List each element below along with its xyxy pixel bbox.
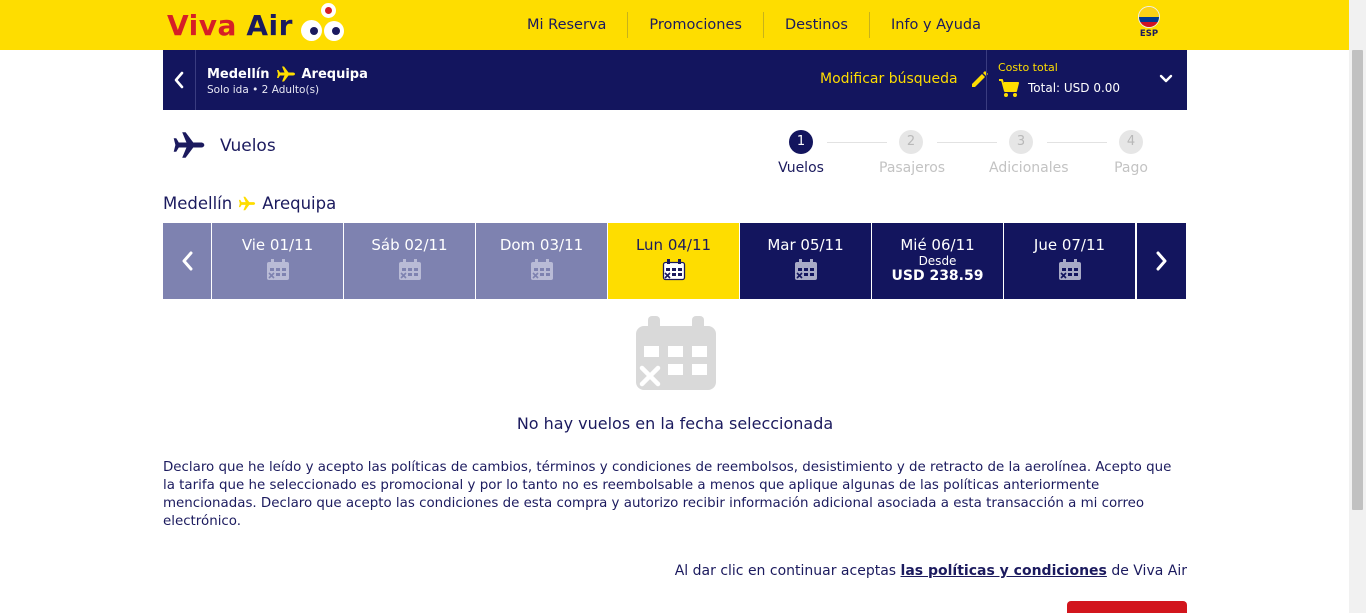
step-pasajeros: 2 Pasajeros [879,130,946,176]
step-label: Pasajeros [879,160,946,176]
nav-promociones[interactable]: Promociones [627,12,763,38]
calendar-unavailable-icon [662,259,685,281]
main-nav: Mi Reserva Promociones Destinos Info y A… [506,0,1002,50]
calendar-no-flights-icon [636,316,716,390]
date-option-selected[interactable]: Lun 04/11 [608,223,740,299]
step-number: 2 [899,130,923,154]
terms-prefix: Al dar clic en continuar aceptas [674,563,901,579]
logo-dots-icon [299,2,359,48]
summary-origin: Medellín [207,66,270,82]
plane-icon [173,132,205,158]
policies-link[interactable]: las políticas y condiciones [901,563,1107,579]
chevron-left-icon [182,251,193,271]
plane-icon [239,196,256,211]
nav-mi-reserva[interactable]: Mi Reserva [506,12,627,38]
calendar-unavailable-icon [530,259,553,280]
date-label: Mié 06/11 [900,236,975,254]
calendar-unavailable-icon [266,259,289,280]
terms-notice: Al dar clic en continuar aceptas las pol… [163,563,1187,579]
back-button[interactable] [163,50,196,110]
date-label: Jue 07/11 [1033,236,1106,254]
total-cost-label: Costo total [998,61,1058,74]
language-label: ESP [1139,29,1159,39]
passenger-count: 2 Adulto(s) [261,84,320,96]
total-amount: Total: USD 0.00 [1028,81,1121,95]
nav-info-ayuda[interactable]: Info y Ayuda [868,12,1002,38]
summary-destination: Arequipa [301,66,368,82]
date-label: Lun 04/11 [635,236,712,254]
calendar-unavailable-icon [1058,259,1081,280]
top-header: Viva Air Mi Reserva Promociones Destinos… [0,0,1349,50]
date-price: USD 238.59 [891,268,984,284]
date-option[interactable]: Mié 06/11 Desde USD 238.59 [872,223,1004,299]
date-selector: Vie 01/11 Sáb 02/11 Dom 03/11 Lun 04/11 … [163,223,1187,299]
calendar-unavailable-icon [398,259,421,280]
date-label: Dom 03/11 [499,236,584,254]
step-number: 4 [1119,130,1143,154]
booking-steps: 1 Vuelos 2 Pasajeros 3 Adicionales 4 Pag… [770,130,1170,176]
date-option[interactable]: Sáb 02/11 [344,223,476,299]
total-cost-panel[interactable]: Costo total Total: USD 0.00 [986,50,1187,110]
search-summary-bar: Medellín Arequipa Solo ida • 2 Adulto(s)… [163,50,1187,110]
plane-icon [276,66,295,82]
route-destination: Arequipa [262,194,337,213]
modify-search-label: Modificar búsqueda [820,71,958,87]
section-title: Vuelos [220,136,276,156]
step-label: Pago [1114,160,1148,176]
calendar-unavailable-icon [794,259,817,280]
date-label: Mar 05/11 [767,236,844,254]
date-option[interactable]: Dom 03/11 [476,223,608,299]
step-vuelos: 1 Vuelos [769,130,833,176]
date-from-label: Desde [918,254,957,268]
modify-search-button[interactable]: Modificar búsqueda [820,69,990,89]
no-flights-message: No hay vuelos en la fecha seleccionada [516,414,834,433]
date-label: Vie 01/11 [241,236,314,254]
step-number: 3 [1009,130,1033,154]
logo-viva-text: Viva [167,8,237,42]
route-origin: Medellín [163,194,233,213]
chevron-down-icon [1159,74,1173,83]
continue-button[interactable] [1067,601,1187,613]
route-summary: Medellín Arequipa Solo ida • 2 Adulto(s) [207,66,368,96]
declaration-text: Declaro que he leído y acepto las políti… [163,460,1172,529]
prev-dates-button[interactable] [163,223,212,299]
step-number: 1 [789,130,813,154]
colombia-flag-icon [1138,6,1160,28]
cart-icon [999,79,1019,97]
nav-destinos[interactable]: Destinos [762,12,869,38]
route-heading: Medellín Arequipa [163,194,336,213]
step-label: Vuelos [778,160,824,176]
step-pago: 4 Pago [1099,130,1163,176]
date-option[interactable]: Vie 01/11 [212,223,344,299]
chevron-left-icon [174,71,184,89]
date-label: Sáb 02/11 [371,236,448,254]
viva-air-logo[interactable]: Viva Air [167,2,359,48]
date-option[interactable]: Mar 05/11 [740,223,872,299]
next-dates-button[interactable] [1136,223,1186,299]
step-adicionales: 3 Adicionales [989,130,1069,176]
logo-air-text: Air [246,8,293,42]
language-selector[interactable]: ESP [1136,6,1162,39]
step-label: Adicionales [989,160,1069,176]
trip-type: Solo ida [207,84,249,96]
date-option[interactable]: Jue 07/11 [1004,223,1136,299]
terms-suffix: de Viva Air [1106,563,1187,579]
page-scrollbar[interactable] [1349,0,1366,613]
scrollbar-thumb[interactable] [1352,50,1363,510]
chevron-right-icon [1156,251,1166,271]
